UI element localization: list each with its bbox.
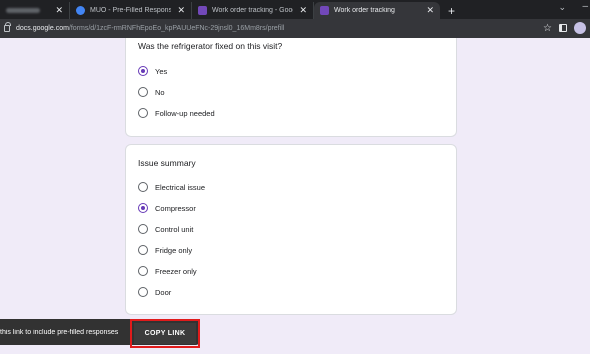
option-control-unit[interactable]: Control unit [138,224,193,234]
radio-icon[interactable] [138,266,148,276]
question-title: Was the refrigerator fixed on this visit… [138,41,283,51]
close-icon[interactable]: ✕ [177,5,185,16]
blurred-tab-title [6,8,40,13]
option-label: Follow-up needed [155,108,215,118]
option-follow-up-needed[interactable]: Follow-up needed [138,108,215,118]
option-label: Yes [155,66,168,76]
url-host: docs.google.com [16,25,69,32]
url-path: /forms/d/1zcF-rmRNFhEpoEo_kpPAUUeFNc-29j… [68,25,285,32]
profile-avatar[interactable] [574,22,586,34]
option-compressor[interactable]: Compressor [138,203,196,213]
window-control-icon[interactable]: – [582,1,588,12]
option-label: Door [155,287,172,297]
option-label: Freezer only [155,266,197,276]
tab-work-order-tracking[interactable]: Work order tracking ✕ [314,2,440,19]
toolbar-icons: ☆ [543,22,586,34]
option-label: Compressor [155,203,196,213]
radio-icon[interactable] [138,108,148,118]
option-fridge-only[interactable]: Fridge only [138,245,192,255]
tab-strip: ✕ MUO - Pre-Filled Responses Goo ✕ Work … [0,0,590,19]
radio-icon[interactable] [138,224,148,234]
radio-icon[interactable] [138,182,148,192]
minimize-icon[interactable]: ⌄ [558,2,566,13]
option-electrical-issue[interactable]: Electrical issue [138,182,205,192]
bookmark-star-icon[interactable]: ☆ [543,23,552,34]
option-freezer-only[interactable]: Freezer only [138,266,197,276]
close-icon[interactable]: ✕ [299,5,307,16]
tab-title: Work order tracking - Google Fo [212,7,293,14]
question-title: Issue summary [138,158,196,168]
drive-icon [76,6,85,15]
copy-link-button[interactable]: COPY LINK [134,323,196,344]
option-yes[interactable]: Yes [138,66,167,76]
tab-blurred[interactable]: ✕ [0,2,70,19]
option-label: Control unit [155,224,194,234]
option-door[interactable]: Door [138,287,171,297]
side-panel-icon[interactable] [559,24,567,32]
tab-title: Work order tracking [334,7,395,14]
radio-checked-icon[interactable] [138,66,148,76]
option-no[interactable]: No [138,87,165,97]
option-label: Electrical issue [155,182,206,192]
radio-icon[interactable] [138,87,148,97]
question-card-refrigerator-fixed: Was the refrigerator fixed on this visit… [125,38,457,137]
tab-title: MUO - Pre-Filled Responses Goo [90,7,171,14]
close-icon[interactable]: ✕ [426,5,434,16]
address-bar: docs.google.com/forms/d/1zcF-rmRNFhEpoEo… [0,19,590,38]
lock-icon[interactable] [4,22,11,32]
tab-work-order-tracking-editor[interactable]: Work order tracking - Google Fo ✕ [192,2,314,19]
close-icon[interactable]: ✕ [55,5,63,16]
radio-icon[interactable] [138,245,148,255]
radio-icon[interactable] [138,287,148,297]
url-field[interactable]: docs.google.com/forms/d/1zcF-rmRNFhEpoEo… [16,25,284,32]
forms-icon [198,6,207,15]
radio-checked-icon[interactable] [138,203,148,213]
tab-muo[interactable]: MUO - Pre-Filled Responses Goo ✕ [70,2,192,19]
option-label: No [155,87,165,97]
option-label: Fridge only [155,245,193,255]
question-card-issue-summary: Issue summary Electrical issue Compresso… [125,144,457,315]
forms-icon [320,6,329,15]
new-tab-button[interactable]: + [440,2,463,19]
